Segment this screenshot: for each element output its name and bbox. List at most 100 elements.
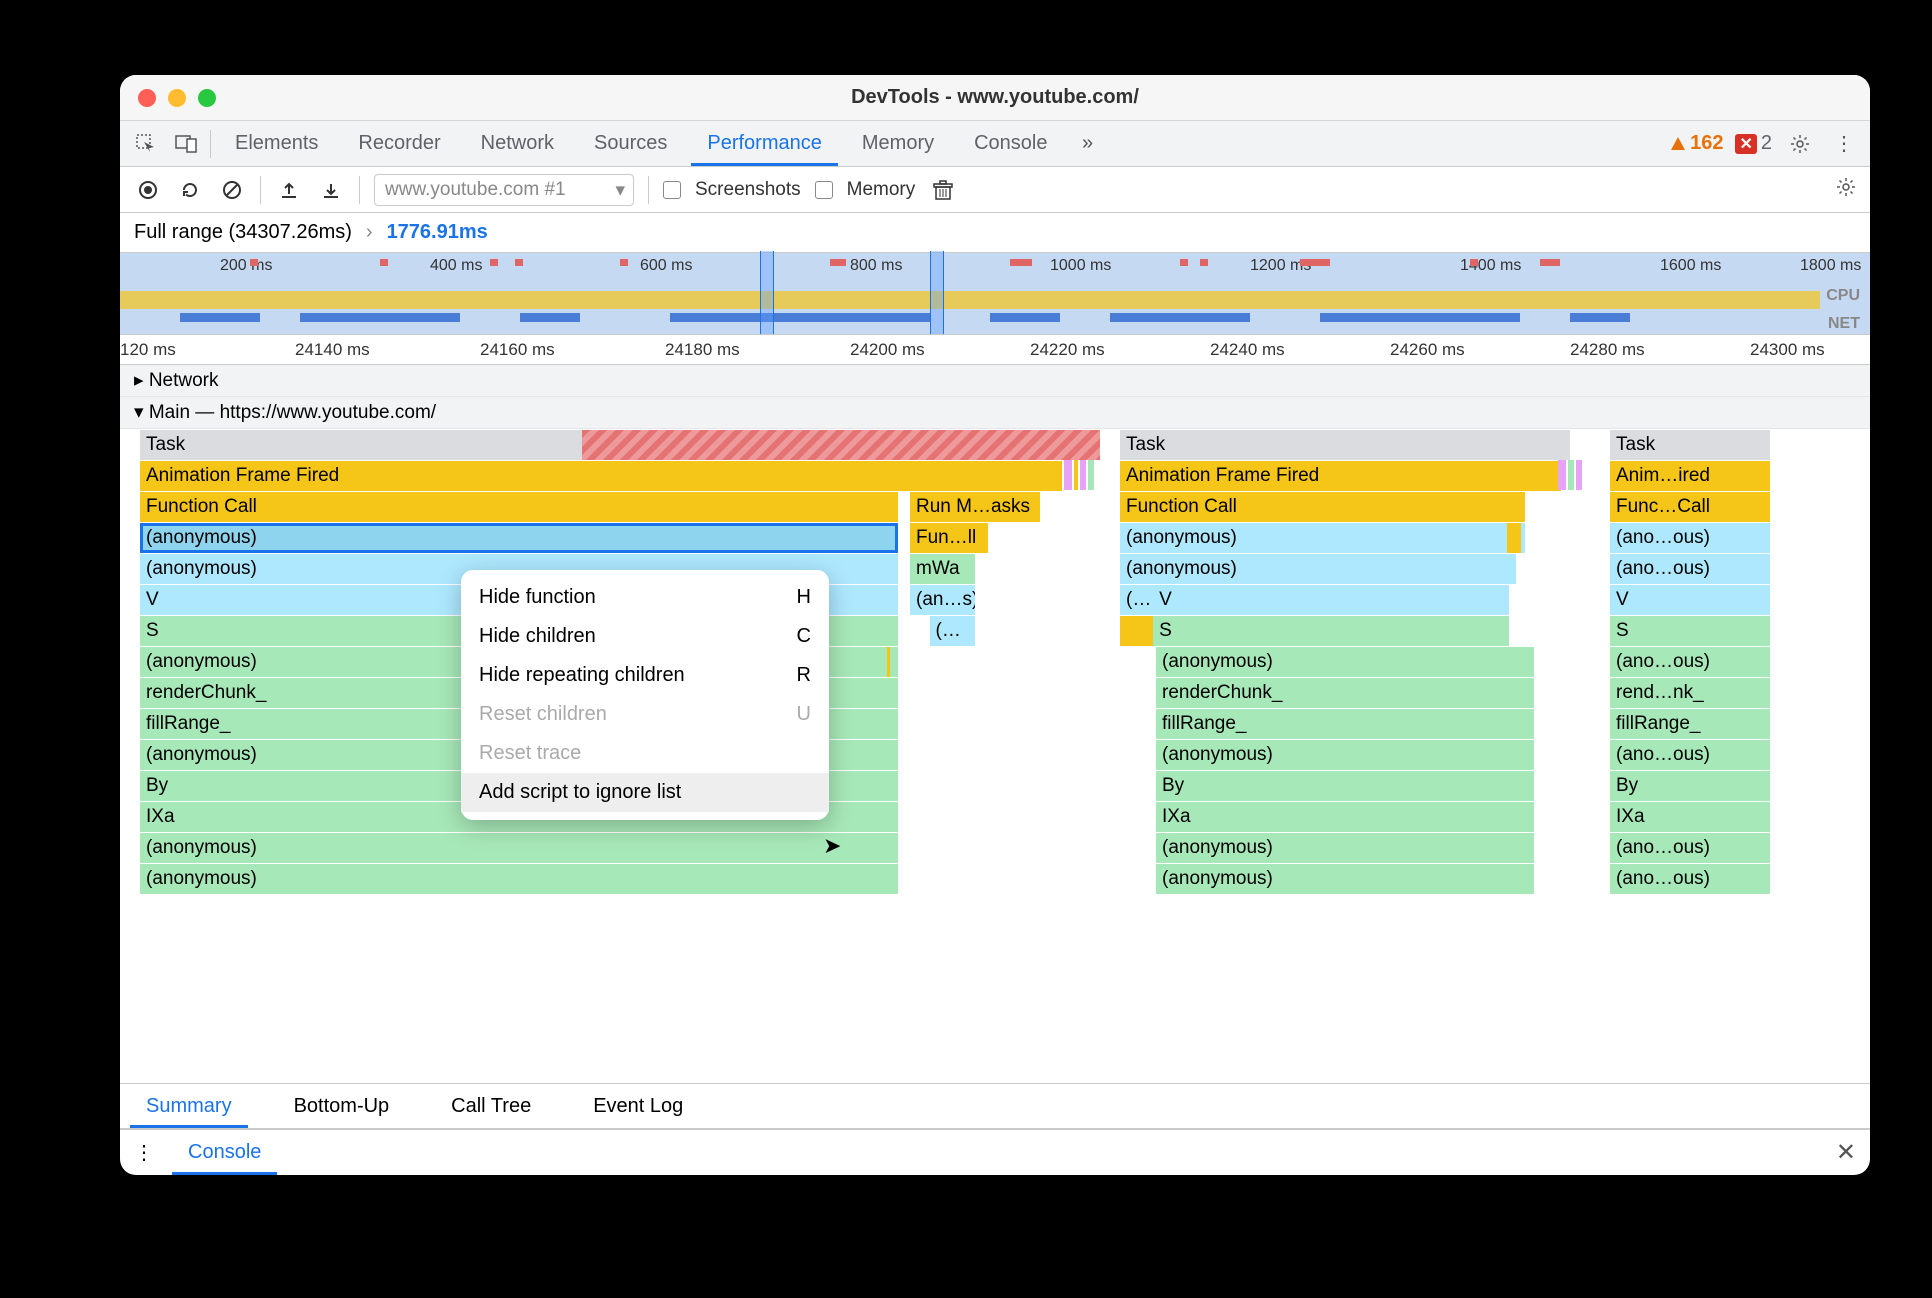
flame-entry[interactable]: mWa [910, 554, 975, 584]
ctx-reset-trace: Reset trace [461, 734, 829, 773]
drawer-tab-console[interactable]: Console [172, 1130, 277, 1175]
flame-entry[interactable]: (anonymous) [1156, 740, 1534, 770]
console-drawer: ⋮ Console ✕ [120, 1129, 1870, 1175]
flame-entry[interactable]: (an…s) [910, 585, 975, 615]
flame-entry[interactable]: V [1610, 585, 1770, 615]
flame-entry[interactable]: IXa [1156, 802, 1534, 832]
flame-entry[interactable]: (ano…ous) [1610, 864, 1770, 894]
breadcrumb-current[interactable]: 1776.91ms [387, 221, 488, 244]
recording-dropdown[interactable]: www.youtube.com #1 [374, 174, 634, 206]
context-menu: Hide functionH Hide childrenC Hide repea… [461, 570, 829, 820]
tab-elements[interactable]: Elements [219, 121, 334, 166]
upload-button[interactable] [275, 176, 303, 204]
inspect-icon[interactable] [130, 128, 162, 160]
flame-entry[interactable]: (ano…ous) [1610, 833, 1770, 863]
perf-toolbar: www.youtube.com #1 Screenshots Memory [120, 167, 1870, 213]
flame-entry[interactable]: By [1156, 771, 1534, 801]
flame-entry[interactable]: (anonymous) [1156, 833, 1534, 863]
main-track[interactable]: ▾ Main — https://www.youtube.com/ [120, 397, 1870, 429]
titlebar: DevTools - www.youtube.com/ [120, 75, 1870, 121]
network-track[interactable]: ▸ Network [120, 365, 1870, 397]
tab-memory[interactable]: Memory [846, 121, 950, 166]
kebab-menu-icon[interactable]: ⋮ [1828, 128, 1860, 160]
overview-handle-left[interactable] [760, 251, 774, 334]
tab-network[interactable]: Network [465, 121, 570, 166]
flame-entry[interactable]: Function Call [1120, 492, 1525, 522]
flame-entry[interactable]: (anonymous) [140, 833, 898, 863]
record-button[interactable] [134, 176, 162, 204]
device-toggle-icon[interactable] [170, 128, 202, 160]
memory-checkbox[interactable] [815, 181, 833, 199]
flame-entry[interactable]: Func…Call [1610, 492, 1770, 522]
flame-stack-c: Task Anim…ired Func…Call (ano…ous) (ano…… [1610, 429, 1770, 894]
flame-entry[interactable]: Run M…asks [910, 492, 1040, 522]
task-bar[interactable]: Task [1610, 430, 1770, 460]
gc-button[interactable] [929, 176, 957, 204]
flame-entry[interactable]: (… [1120, 585, 1153, 615]
flame-entry[interactable]: (anonymous) [1120, 554, 1516, 584]
flame-entry[interactable]: Animation Frame Fired [1120, 461, 1561, 491]
flame-entry[interactable]: (ano…ous) [1610, 554, 1770, 584]
flame-entry[interactable]: rend…nk_ [1610, 678, 1770, 708]
ctx-reset-children: Reset childrenU [461, 695, 829, 734]
screenshots-checkbox[interactable] [663, 181, 681, 199]
flame-entry[interactable]: (anonymous) [1120, 523, 1525, 553]
flame-entry[interactable]: Animation Frame Fired [140, 461, 1062, 491]
drawer-menu-icon[interactable]: ⋮ [134, 1140, 154, 1165]
overview-handle-right[interactable] [930, 251, 944, 334]
drawer-close-button[interactable]: ✕ [1836, 1138, 1856, 1167]
tab-recorder[interactable]: Recorder [342, 121, 456, 166]
flame-entry[interactable]: renderChunk_ [1156, 678, 1534, 708]
flame-chart[interactable]: ▸ Network ▾ Main — https://www.youtube.c… [120, 365, 1870, 909]
ctx-add-ignore[interactable]: Add script to ignore list [461, 773, 829, 812]
flame-entry[interactable]: fillRange_ [1610, 709, 1770, 739]
reload-record-button[interactable] [176, 176, 204, 204]
flame-entry[interactable]: (anonymous) [1156, 647, 1534, 677]
ctx-hide-repeating[interactable]: Hide repeating childrenR [461, 656, 829, 695]
flame-entry[interactable]: IXa [1610, 802, 1770, 832]
tab-sources[interactable]: Sources [578, 121, 683, 166]
details-tab-bottomup[interactable]: Bottom-Up [278, 1084, 406, 1128]
panel-settings-icon[interactable] [1836, 177, 1856, 203]
timeline-ruler[interactable]: 120 ms 24140 ms 24160 ms 24180 ms 24200 … [120, 335, 1870, 365]
flame-entry[interactable]: Fun…ll [910, 523, 988, 553]
tab-console[interactable]: Console [958, 121, 1063, 166]
warnings-badge[interactable]: 162 [1670, 132, 1723, 155]
flame-entry-selected[interactable]: (anonymous) [140, 523, 898, 553]
devtools-window: DevTools - www.youtube.com/ Elements Rec… [120, 75, 1870, 1175]
flame-entry[interactable]: (… [930, 616, 976, 646]
flame-entry[interactable]: Function Call [140, 492, 898, 522]
errors-badge[interactable]: ✕2 [1735, 132, 1772, 155]
timeline-overview[interactable]: 200 ms 400 ms 600 ms 800 ms 1000 ms 1200… [120, 253, 1870, 335]
flame-entry[interactable]: Anim…ired [1610, 461, 1770, 491]
flame-entry[interactable] [1120, 616, 1153, 646]
flame-entry[interactable]: (anonymous) [1156, 864, 1534, 894]
flame-entry[interactable]: (ano…ous) [1610, 740, 1770, 770]
window-title: DevTools - www.youtube.com/ [120, 86, 1870, 109]
breadcrumb-root[interactable]: Full range (34307.26ms) [134, 221, 352, 244]
screenshots-label: Screenshots [695, 179, 801, 201]
flame-entry[interactable]: (anonymous) [140, 864, 898, 894]
task-bar[interactable]: Task [1120, 430, 1570, 460]
task-bar[interactable]: Task [140, 430, 1100, 460]
flame-entry[interactable]: S [1153, 616, 1509, 646]
tab-performance[interactable]: Performance [691, 121, 838, 166]
clear-button[interactable] [218, 176, 246, 204]
details-tab-summary[interactable]: Summary [130, 1084, 248, 1128]
flame-entry[interactable]: By [1610, 771, 1770, 801]
flame-entry[interactable]: S [1610, 616, 1770, 646]
flame-entry[interactable]: (ano…ous) [1610, 523, 1770, 553]
details-tab-eventlog[interactable]: Event Log [577, 1084, 699, 1128]
ctx-hide-children[interactable]: Hide childrenC [461, 617, 829, 656]
flame-entry[interactable]: V [1153, 585, 1509, 615]
flame-entry[interactable]: fillRange_ [1156, 709, 1534, 739]
details-tabs: Summary Bottom-Up Call Tree Event Log [120, 1083, 1870, 1129]
breadcrumb: Full range (34307.26ms) › 1776.91ms [120, 213, 1870, 253]
ctx-hide-function[interactable]: Hide functionH [461, 578, 829, 617]
more-tabs-icon[interactable]: » [1072, 128, 1104, 160]
flame-entry[interactable]: (ano…ous) [1610, 647, 1770, 677]
download-button[interactable] [317, 176, 345, 204]
details-tab-calltree[interactable]: Call Tree [435, 1084, 547, 1128]
mouse-cursor-icon: ➤ [823, 833, 841, 859]
settings-icon[interactable] [1784, 128, 1816, 160]
